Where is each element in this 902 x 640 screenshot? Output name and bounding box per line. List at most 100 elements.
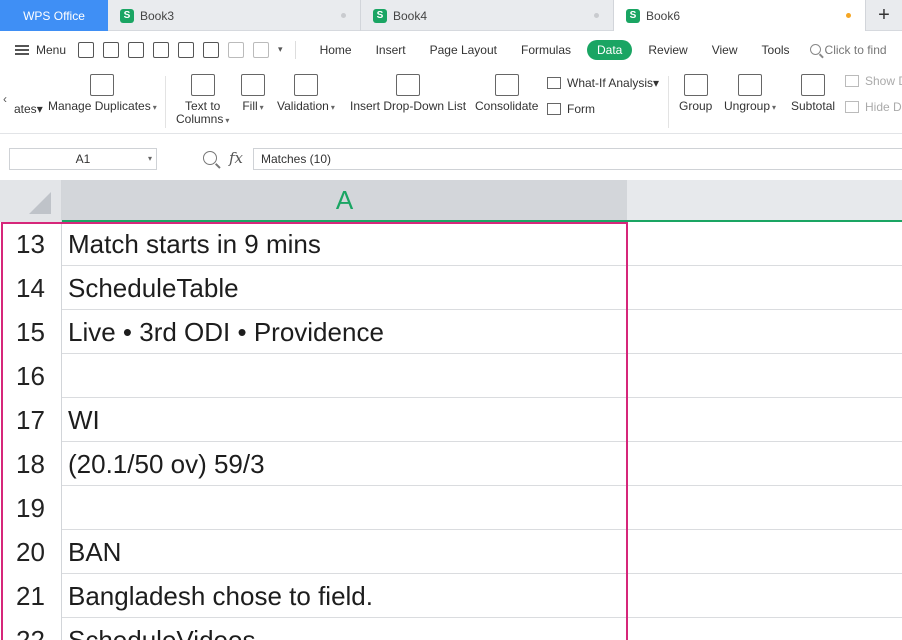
redo-icon[interactable] bbox=[253, 41, 270, 58]
tab-insert[interactable]: Insert bbox=[376, 43, 406, 57]
print-preview-icon[interactable] bbox=[178, 41, 195, 58]
tab-page-layout[interactable]: Page Layout bbox=[430, 43, 497, 57]
text-to-columns-label-line2: Columns bbox=[176, 112, 224, 126]
cell-b[interactable] bbox=[627, 266, 902, 310]
what-if-analysis-label: What-If Analysis bbox=[567, 76, 654, 90]
dropdown-list-icon bbox=[396, 74, 421, 96]
tab-data[interactable]: Data bbox=[587, 39, 633, 60]
cell-a[interactable]: ScheduleVideos bbox=[62, 618, 627, 640]
cell-a[interactable]: (20.1/50 ov) 59/3 bbox=[62, 442, 627, 486]
row-header[interactable]: 19 bbox=[0, 486, 62, 530]
hide-detail-button[interactable]: Hide D bbox=[845, 100, 902, 114]
row-header[interactable]: 21 bbox=[0, 574, 62, 618]
row-header[interactable]: 14 bbox=[0, 266, 62, 310]
table-row: 15 Live • 3rd ODI • Providence bbox=[0, 310, 902, 354]
main-menu-button[interactable]: Menu bbox=[15, 43, 66, 57]
row-header[interactable]: 15 bbox=[0, 310, 62, 354]
tab-view[interactable]: View bbox=[712, 43, 738, 57]
tab-home[interactable]: Home bbox=[320, 43, 352, 57]
cell-b[interactable] bbox=[627, 222, 902, 266]
unsaved-indicator-dot[interactable] bbox=[846, 13, 851, 18]
cell-a[interactable]: WI bbox=[62, 398, 627, 442]
cell-a[interactable]: BAN bbox=[62, 530, 627, 574]
row-header[interactable]: 20 bbox=[0, 530, 62, 574]
validation-label: Validation bbox=[277, 99, 329, 113]
formula-bar: A1 ▾ fx Matches (10) bbox=[0, 140, 902, 178]
fill-label: Fill bbox=[242, 99, 258, 113]
subtotal-label: Subtotal bbox=[791, 99, 836, 113]
tab-review[interactable]: Review bbox=[648, 43, 687, 57]
clipped-ribbon-button[interactable]: ates ▾ bbox=[14, 102, 43, 116]
ungroup-button[interactable]: Ungroup ▾ bbox=[724, 74, 776, 114]
tab-book3[interactable]: S Book3 bbox=[108, 0, 361, 31]
table-row: 14 ScheduleTable bbox=[0, 266, 902, 310]
chevron-down-icon: ▾ bbox=[653, 76, 660, 90]
column-header-a[interactable]: A bbox=[62, 180, 627, 222]
chevron-down-icon[interactable]: ▾ bbox=[148, 154, 152, 163]
export-pdf-icon[interactable] bbox=[128, 41, 145, 58]
insert-function-icon[interactable]: fx bbox=[229, 149, 243, 167]
fill-button[interactable]: Fill ▾ bbox=[241, 74, 265, 114]
duplicates-icon bbox=[90, 74, 115, 96]
cell-reference: A1 bbox=[75, 152, 91, 166]
table-row: 21 Bangladesh chose to field. bbox=[0, 574, 902, 618]
tab-book4[interactable]: S Book4 bbox=[361, 0, 614, 31]
subtotal-button[interactable]: Subtotal bbox=[791, 74, 835, 113]
ribbon-scroll-left-icon[interactable]: ‹ bbox=[3, 92, 7, 106]
cell-b[interactable] bbox=[627, 486, 902, 530]
print-icon[interactable] bbox=[153, 41, 170, 58]
consolidate-button[interactable]: Consolidate bbox=[475, 74, 538, 113]
command-search[interactable]: Click to find bbox=[809, 43, 887, 57]
tab-status-dot[interactable] bbox=[341, 13, 346, 18]
insert-dropdown-list-button[interactable]: Insert Drop-Down List bbox=[350, 74, 466, 113]
undo-icon[interactable] bbox=[228, 41, 245, 58]
tab-tools[interactable]: Tools bbox=[762, 43, 790, 57]
cell-b[interactable] bbox=[627, 398, 902, 442]
menu-bar: Menu ▾ Home Insert Page Layout Formulas … bbox=[0, 31, 902, 68]
hide-detail-label: Hide D bbox=[865, 100, 902, 114]
manage-duplicates-button[interactable]: Manage Duplicates ▾ bbox=[48, 74, 157, 114]
tab-formulas[interactable]: Formulas bbox=[521, 43, 571, 57]
tab-wps-office[interactable]: WPS Office bbox=[0, 0, 108, 31]
cell-b[interactable] bbox=[627, 618, 902, 640]
zoom-icon[interactable] bbox=[203, 151, 217, 165]
new-tab-button[interactable]: + bbox=[866, 0, 902, 31]
row-header[interactable]: 17 bbox=[0, 398, 62, 442]
tab-book6[interactable]: S Book6 bbox=[614, 0, 866, 31]
show-detail-button[interactable]: Show D bbox=[845, 74, 902, 88]
cell-a[interactable]: Match starts in 9 mins bbox=[62, 222, 627, 266]
select-all-button[interactable] bbox=[0, 180, 62, 222]
open-folder-icon[interactable] bbox=[78, 41, 95, 58]
cell-a[interactable]: ScheduleTable bbox=[62, 266, 627, 310]
formula-input[interactable]: Matches (10) bbox=[253, 148, 902, 170]
format-painter-icon[interactable] bbox=[203, 41, 220, 58]
chevron-down-icon: ▾ bbox=[259, 103, 264, 112]
tab-status-dot[interactable] bbox=[594, 13, 599, 18]
form-button[interactable]: Form bbox=[547, 102, 595, 116]
what-if-analysis-button[interactable]: What-If Analysis ▾ bbox=[547, 76, 659, 90]
group-label: Group bbox=[679, 99, 713, 113]
customize-toolbar-chevron-icon[interactable]: ▾ bbox=[278, 44, 283, 55]
row-header[interactable]: 13 bbox=[0, 222, 62, 266]
save-icon[interactable] bbox=[103, 41, 120, 58]
row-header[interactable]: 16 bbox=[0, 354, 62, 398]
form-icon bbox=[547, 103, 561, 115]
cell-b[interactable] bbox=[627, 530, 902, 574]
cell-b[interactable] bbox=[627, 354, 902, 398]
validation-button[interactable]: Validation ▾ bbox=[277, 74, 335, 114]
cell-a[interactable] bbox=[62, 354, 627, 398]
cell-b[interactable] bbox=[627, 310, 902, 354]
cell-b[interactable] bbox=[627, 442, 902, 486]
text-to-columns-button[interactable]: Text to Columns ▾ bbox=[176, 74, 229, 127]
cell-a[interactable]: Live • 3rd ODI • Providence bbox=[62, 310, 627, 354]
hide-detail-icon bbox=[845, 101, 859, 113]
cell-a[interactable] bbox=[62, 486, 627, 530]
name-box[interactable]: A1 ▾ bbox=[9, 148, 157, 170]
divider bbox=[668, 76, 669, 128]
cell-a[interactable]: Bangladesh chose to field. bbox=[62, 574, 627, 618]
cell-b[interactable] bbox=[627, 574, 902, 618]
row-header[interactable]: 18 bbox=[0, 442, 62, 486]
group-button[interactable]: Group bbox=[679, 74, 712, 113]
subtotal-icon bbox=[801, 74, 826, 96]
row-header[interactable]: 22 bbox=[0, 618, 62, 640]
